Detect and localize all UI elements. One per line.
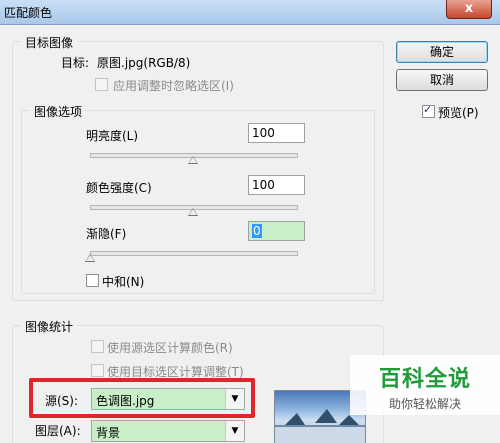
watermark-sub: 助你轻松解决: [388, 397, 461, 411]
layer-label: 图层(A):: [35, 424, 81, 438]
title-bar: 匹配颜色 x: [0, 0, 500, 25]
image-options-group-title: 图像选项: [30, 103, 87, 120]
ok-button[interactable]: 确定: [396, 41, 488, 63]
use-source-selection-checkbox[interactable]: [91, 340, 104, 353]
use-source-selection-label: 使用源选区计算颜色(R): [107, 341, 233, 355]
target-image-group-title: 目标图像: [21, 34, 78, 51]
luminance-input[interactable]: 100: [248, 123, 305, 143]
color-intensity-input[interactable]: 100: [248, 175, 305, 195]
neutralize-label: 中和(N): [102, 275, 145, 289]
target-label: 目标:: [61, 56, 90, 70]
layer-select[interactable]: 背景 ▼: [91, 420, 245, 442]
source-highlight-box: [29, 378, 255, 418]
dialog-title: 匹配颜色: [4, 6, 53, 20]
match-color-dialog: 匹配颜色 x 目标图像 目标: 原图.jpg(RGB/8) 应用调整时忽略选区(…: [0, 0, 500, 443]
ignore-selection-checkbox[interactable]: [95, 78, 108, 91]
color-intensity-label: 颜色强度(C): [86, 181, 152, 195]
image-statistics-group-title: 图像统计: [21, 318, 78, 335]
close-button[interactable]: x: [446, 0, 492, 19]
target-image-group: 目标图像 目标: 原图.jpg(RGB/8) 应用调整时忽略选区(I) 图像选项…: [12, 34, 384, 301]
chevron-down-icon[interactable]: ▼: [225, 421, 244, 441]
preview-checkbox[interactable]: [422, 103, 435, 118]
ignore-selection-label: 应用调整时忽略选区(I): [113, 79, 234, 93]
preview-label: 预览(P): [438, 106, 479, 120]
luminance-label: 明亮度(L): [86, 129, 139, 143]
fade-input-value: 0: [252, 224, 262, 238]
fade-slider-thumb[interactable]: [85, 254, 95, 262]
layer-select-value: 背景: [96, 426, 121, 440]
image-options-group: 图像选项 明亮度(L) 100 颜色强度(C) 100 渐隐(F) 0 中和(N…: [21, 103, 375, 294]
fade-input[interactable]: 0: [248, 221, 305, 241]
luminance-slider-thumb[interactable]: [188, 156, 198, 164]
neutralize-checkbox[interactable]: [86, 274, 99, 287]
color-intensity-slider-thumb[interactable]: [188, 208, 198, 216]
watermark-main: 百科全说: [378, 367, 471, 392]
use-target-selection-checkbox[interactable]: [91, 364, 104, 377]
watermark: 百科全说 助你轻松解决: [350, 355, 500, 415]
fade-label: 渐隐(F): [86, 227, 127, 241]
cancel-button[interactable]: 取消: [396, 69, 488, 91]
dialog-body: 目标图像 目标: 原图.jpg(RGB/8) 应用调整时忽略选区(I) 图像选项…: [4, 25, 500, 443]
fade-slider-track[interactable]: [90, 251, 298, 256]
target-value: 原图.jpg(RGB/8): [97, 56, 191, 70]
